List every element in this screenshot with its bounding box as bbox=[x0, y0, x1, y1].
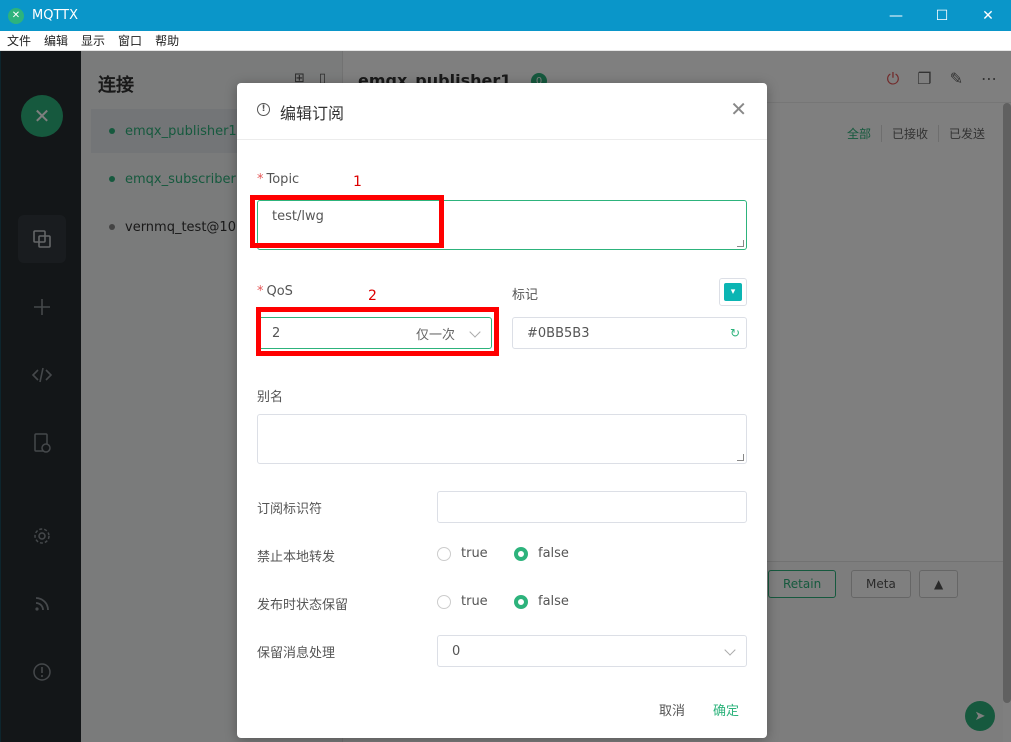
chevron-down-icon bbox=[724, 644, 736, 656]
mark-color-input[interactable]: #0BB5B3 ↻ bbox=[512, 317, 747, 349]
no-local-true-radio[interactable]: true bbox=[437, 546, 488, 561]
retain-as-published-label: 发布时状态保留 bbox=[257, 598, 349, 613]
window-titlebar: ✕ MQTTX — ☐ ✕ bbox=[0, 0, 1011, 31]
topic-label: * Topic bbox=[257, 172, 300, 187]
refresh-color-icon[interactable]: ↻ bbox=[730, 326, 740, 340]
menu-window[interactable]: 窗口 bbox=[111, 32, 148, 49]
annotation-box-topic bbox=[250, 195, 444, 248]
alias-label: 别名 bbox=[257, 390, 284, 405]
menu-file[interactable]: 文件 bbox=[0, 32, 37, 49]
annotation-box-qos bbox=[256, 307, 499, 356]
info-icon: ! bbox=[257, 103, 270, 116]
no-local-false-radio[interactable]: false bbox=[514, 546, 569, 561]
annotation-number-1: 1 bbox=[353, 174, 362, 190]
sub-id-input[interactable] bbox=[437, 491, 747, 523]
retain-as-published-false-radio[interactable]: false bbox=[514, 594, 569, 609]
color-picker[interactable]: ▾ bbox=[719, 278, 747, 306]
color-swatch-icon: ▾ bbox=[724, 283, 742, 301]
annotation-number-2: 2 bbox=[368, 288, 377, 304]
no-local-label: 禁止本地转发 bbox=[257, 550, 336, 565]
retain-handling-label: 保留消息处理 bbox=[257, 646, 336, 661]
menu-edit[interactable]: 编辑 bbox=[37, 32, 74, 49]
menu-view[interactable]: 显示 bbox=[74, 32, 111, 49]
alias-input[interactable] bbox=[257, 414, 747, 464]
mqttx-logo-icon: ✕ bbox=[8, 7, 24, 24]
close-window-button[interactable]: ✕ bbox=[965, 0, 1011, 31]
maximize-button[interactable]: ☐ bbox=[919, 0, 965, 31]
minimize-button[interactable]: — bbox=[873, 0, 919, 31]
window-title: MQTTX bbox=[32, 8, 79, 23]
retain-handling-select[interactable]: 0 bbox=[437, 635, 747, 667]
confirm-button[interactable]: 确定 bbox=[713, 700, 739, 719]
edit-subscription-dialog: ! 编辑订阅 ✕ * Topic test/lwg * QoS 2 仅一次 标记 ▾… bbox=[237, 83, 767, 738]
cancel-button[interactable]: 取消 bbox=[659, 700, 685, 719]
retain-as-published-true-radio[interactable]: true bbox=[437, 594, 488, 609]
dialog-title: 编辑订阅 bbox=[280, 104, 345, 123]
qos-label: * QoS bbox=[257, 284, 293, 299]
sub-id-label: 订阅标识符 bbox=[257, 502, 323, 517]
mark-label: 标记 bbox=[512, 288, 539, 303]
menu-help[interactable]: 帮助 bbox=[148, 32, 185, 49]
close-icon[interactable]: ✕ bbox=[730, 99, 747, 119]
menu-bar: 文件 编辑 显示 窗口 帮助 bbox=[0, 31, 1011, 51]
